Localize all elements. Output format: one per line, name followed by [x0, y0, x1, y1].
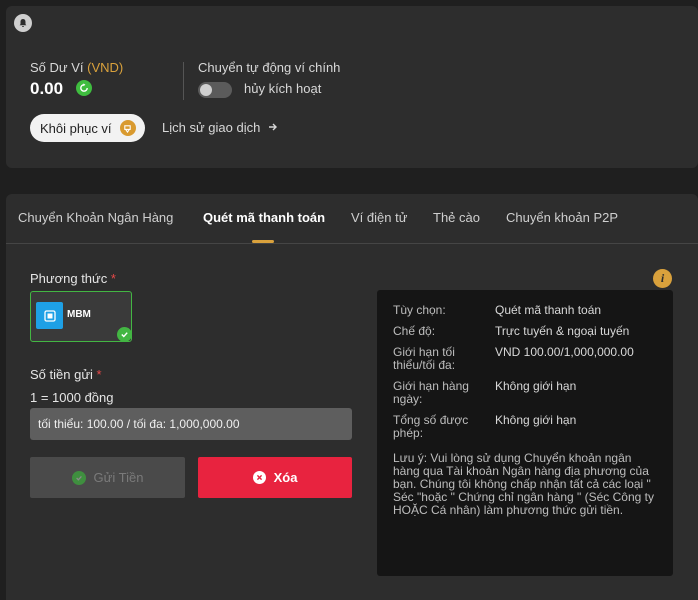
tab-e-wallet[interactable]: Ví điện tử [351, 210, 407, 225]
info-note: Lưu ý: Vui lòng sử dụng Chuyển khoản ngâ… [393, 451, 654, 517]
currency-label: (VND) [87, 60, 124, 75]
refresh-icon[interactable] [76, 80, 92, 96]
submit-deposit-button[interactable]: Gửi Tiền [30, 457, 185, 498]
info-key: Chế độ: [393, 324, 436, 338]
info-value: Không giới hạn [495, 379, 577, 393]
info-row: Tổng số được phép: Không giới hạn [393, 414, 657, 440]
info-key: Giới hạn hàng ngày: [393, 379, 469, 406]
toggle-knob [200, 84, 212, 96]
deposit-card: Chuyển Khoản Ngân Hàng Quét mã thanh toá… [6, 194, 698, 600]
bell-icon[interactable] [14, 14, 32, 32]
info-row: Tùy chọn: Quét mã thanh toán [393, 304, 657, 317]
restore-wallet-button[interactable]: Khôi phục ví [30, 114, 145, 142]
tab-qr-payment[interactable]: Quét mã thanh toán [203, 210, 325, 225]
info-value: Không giới hạn [495, 413, 577, 427]
balance-value: 0.00 [30, 79, 64, 98]
close-icon [252, 471, 266, 484]
balance-label: Số Dư Ví (VND) [30, 60, 124, 75]
info-value: Quét mã thanh toán [495, 303, 602, 317]
info-icon[interactable]: i [653, 269, 672, 288]
method-option-mbm[interactable]: MBM [30, 291, 132, 342]
required-mark: * [96, 367, 102, 382]
active-tab-indicator [252, 240, 274, 243]
history-link[interactable]: Lịch sử giao dịch [162, 120, 278, 135]
amount-label: Số tiền gửi * [30, 367, 102, 382]
check-icon [117, 327, 132, 342]
info-value: VND 100.00/1,000,000.00 [495, 345, 634, 359]
divider [183, 62, 184, 100]
exchange-rate-text: 1 = 1000 đồng [30, 390, 114, 405]
auto-transfer-label: Chuyển tự động ví chính [198, 60, 341, 75]
payment-tabs: Chuyển Khoản Ngân Hàng Quét mã thanh toá… [6, 194, 698, 244]
info-key: Tổng số được phép: [393, 413, 469, 440]
wallet-card: Số Dư Ví (VND) 0.00 Chuyển tự động ví ch… [6, 6, 698, 168]
method-label: Phương thức * [30, 271, 116, 286]
clear-button[interactable]: Xóa [198, 457, 352, 498]
required-mark: * [110, 271, 116, 286]
info-value: Trực tuyến & ngoại tuyến [495, 324, 630, 338]
info-row: Giới hạn hàng ngày: Không giới hạn [393, 380, 657, 406]
info-row: Giới hạn tối thiểu/tối đa: VND 100.00/1,… [393, 346, 657, 372]
restore-wallet-label: Khôi phục ví [40, 120, 112, 136]
info-key: Tùy chọn: [393, 303, 446, 317]
toggle-state-label: hủy kích hoạt [244, 81, 322, 96]
clear-label: Xóa [273, 470, 298, 485]
auto-transfer-toggle[interactable] [198, 82, 232, 98]
check-circle-icon [71, 470, 86, 485]
info-key: Giới hạn tối thiểu/tối đa: [393, 345, 456, 372]
arrow-right-icon [268, 120, 278, 135]
tab-bank-transfer[interactable]: Chuyển Khoản Ngân Hàng [18, 210, 173, 225]
method-info-panel: Tùy chọn: Quét mã thanh toán Chế độ: Trự… [377, 290, 673, 576]
method-option-label: MBM [67, 309, 91, 320]
info-row: Chế độ: Trực tuyến & ngoại tuyến [393, 325, 657, 338]
tab-scratch-card[interactable]: Thẻ cào [433, 210, 480, 225]
mbm-logo-icon [36, 302, 63, 329]
amount-input[interactable] [30, 408, 352, 440]
tab-p2p-transfer[interactable]: Chuyển khoản P2P [506, 210, 618, 225]
history-label: Lịch sử giao dịch [162, 120, 261, 135]
submit-deposit-label: Gửi Tiền [93, 470, 144, 485]
restore-icon [119, 120, 136, 136]
